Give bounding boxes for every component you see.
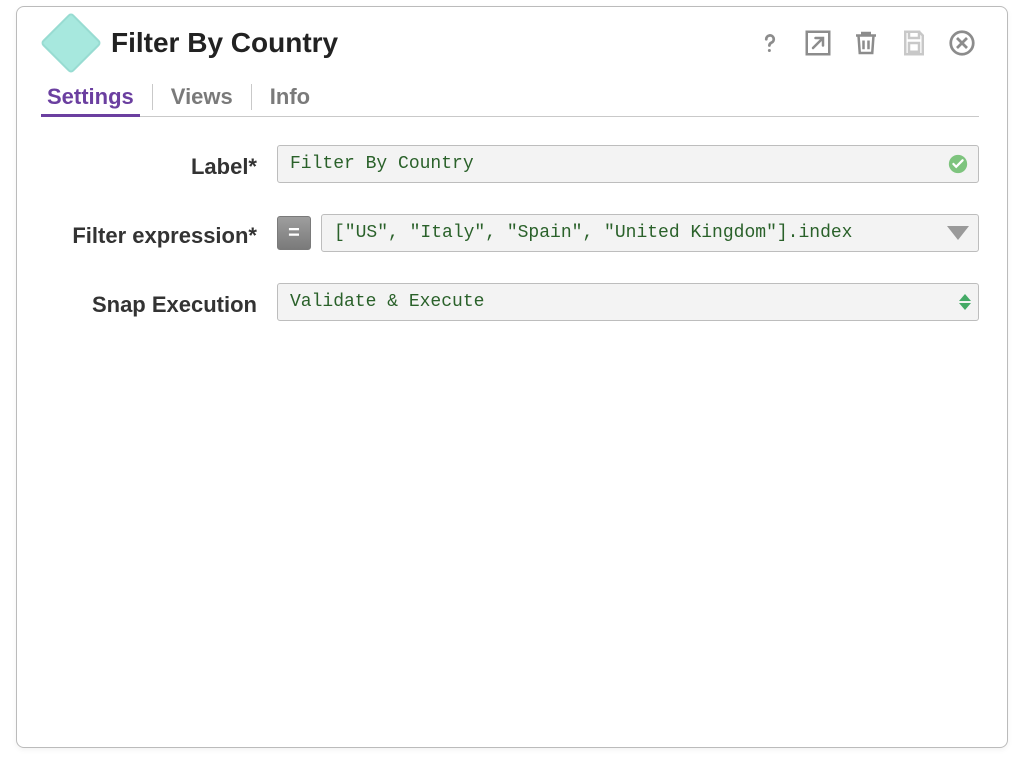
settings-form: Label* Filter By Country Filter expressi…: [45, 145, 979, 323]
row-label: Label* Filter By Country: [45, 145, 979, 184]
select-stepper-icon[interactable]: [959, 294, 971, 310]
delete-icon[interactable]: [849, 26, 883, 60]
expression-toggle-button[interactable]: =: [277, 216, 311, 250]
close-icon[interactable]: [945, 26, 979, 60]
expression-dropdown-icon[interactable]: [947, 226, 969, 240]
tab-settings[interactable]: Settings: [45, 80, 136, 116]
row-filter-expression: Filter expression* = ["US", "Italy", "Sp…: [45, 214, 979, 253]
filter-expression-input[interactable]: ["US", "Italy", "Spain", "United Kingdom…: [321, 214, 979, 252]
tab-separator: [251, 84, 252, 110]
snap-execution-label: Snap Execution: [45, 283, 277, 322]
tab-views[interactable]: Views: [169, 80, 235, 116]
label-field-label: Label*: [45, 145, 277, 184]
help-icon[interactable]: [753, 26, 787, 60]
tab-info[interactable]: Info: [268, 80, 312, 116]
row-snap-execution: Snap Execution Validate & Execute: [45, 283, 979, 322]
snap-execution-select[interactable]: Validate & Execute: [277, 283, 979, 321]
valid-check-icon: [947, 153, 969, 175]
dialog-title: Filter By Country: [111, 27, 753, 59]
snap-settings-dialog: Filter By Country Settings Views Info: [16, 6, 1008, 748]
filter-expression-label: Filter expression*: [45, 214, 277, 253]
tab-bar: Settings Views Info: [45, 79, 979, 117]
dialog-toolbar: [753, 26, 979, 60]
tab-separator: [152, 84, 153, 110]
label-input[interactable]: Filter By Country: [277, 145, 979, 183]
popout-icon[interactable]: [801, 26, 835, 60]
snap-diamond-icon: [40, 12, 102, 74]
dialog-header: Filter By Country: [45, 21, 979, 65]
save-icon: [897, 26, 931, 60]
